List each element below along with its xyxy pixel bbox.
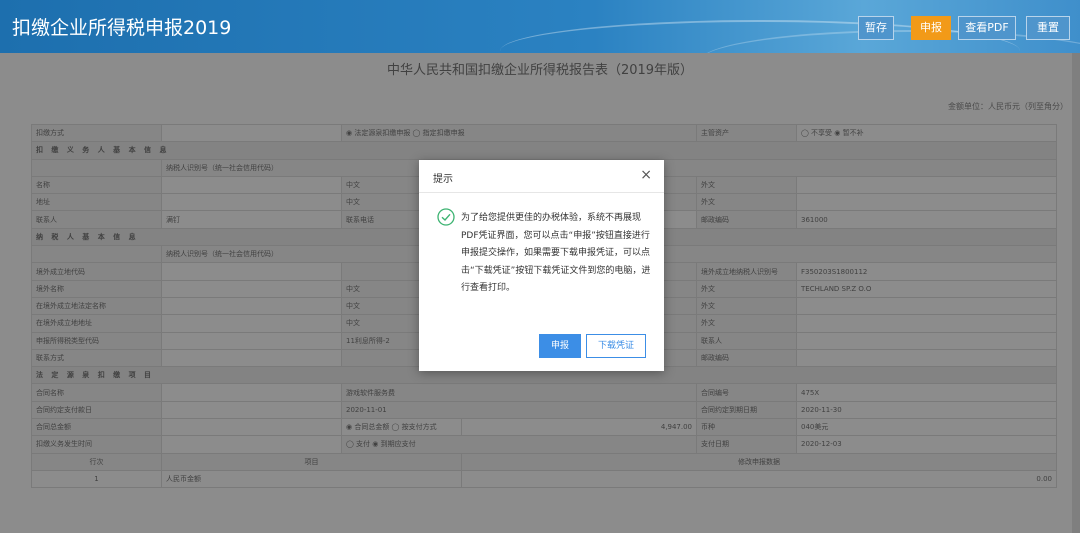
view-pdf-button[interactable]: 查看PDF	[958, 16, 1016, 40]
dialog-header: 提示 ×	[419, 160, 664, 193]
close-icon[interactable]: ×	[640, 168, 652, 182]
success-check-icon	[437, 208, 455, 226]
submit-button[interactable]: 申报	[911, 16, 951, 40]
app-header: 扣缴企业所得税申报2019 暂存 申报 查看PDF 重置	[0, 0, 1080, 53]
dialog-submit-button[interactable]: 申报	[539, 334, 581, 358]
app-title: 扣缴企业所得税申报2019	[12, 17, 232, 39]
dialog-title: 提示	[433, 174, 453, 185]
save-draft-button[interactable]: 暂存	[858, 16, 894, 40]
download-certificate-button[interactable]: 下载凭证	[586, 334, 646, 358]
notice-dialog: 提示 × 为了给您提供更佳的办税体验，系统不再展现PDF凭证界面，您可以点击“申…	[419, 160, 664, 371]
reset-button[interactable]: 重置	[1026, 16, 1070, 40]
dialog-message: 为了给您提供更佳的办税体验，系统不再展现PDF凭证界面，您可以点击“申报”按钮直…	[461, 213, 651, 293]
